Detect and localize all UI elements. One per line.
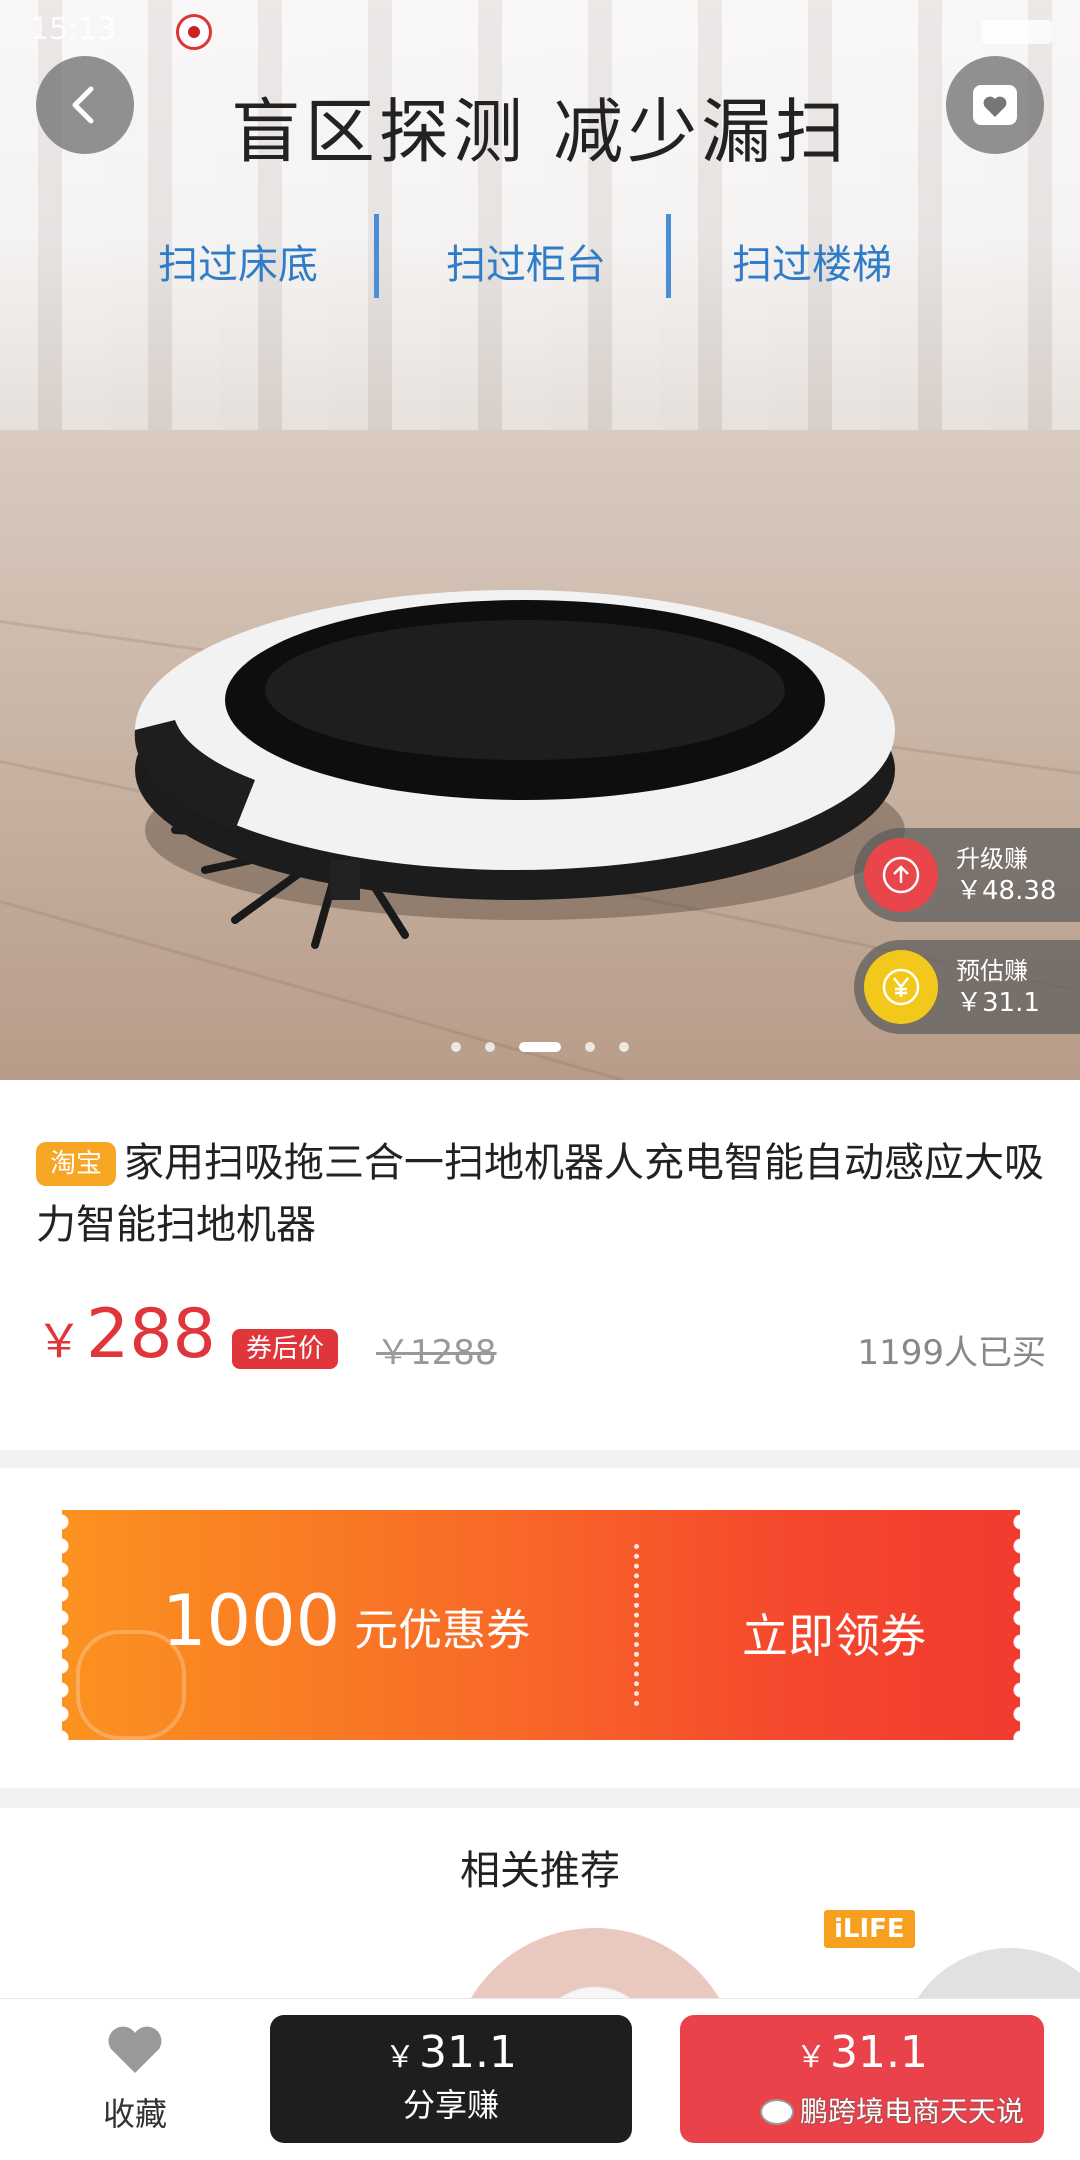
- coupon-amount: 1000 元优惠券: [162, 1580, 530, 1662]
- related-title: 相关推荐: [460, 1848, 620, 1894]
- battery-icon: [982, 20, 1052, 44]
- feature-item: 扫过楼梯: [732, 242, 892, 288]
- estimate-earn-label: 预估赚: [956, 957, 1028, 985]
- feature-item: 扫过床底: [158, 242, 318, 288]
- favorite-button[interactable]: 收藏: [50, 2023, 220, 2153]
- upgrade-earn-label: 升级赚: [956, 845, 1028, 873]
- share-label: 分享赚: [402, 2086, 499, 2124]
- carousel-dot[interactable]: [619, 1042, 629, 1052]
- app-notification-icon: [176, 14, 212, 50]
- platform-tag: 淘宝: [36, 1142, 117, 1186]
- share-price-value: 31.1: [419, 2027, 517, 2078]
- status-time: 15:13: [30, 12, 117, 47]
- feature-separator: [666, 214, 671, 298]
- carousel-dot[interactable]: [519, 1042, 561, 1052]
- estimate-earn-badge[interactable]: 预估赚 ￥31.1: [854, 940, 1080, 1034]
- carousel-dot[interactable]: [585, 1042, 595, 1052]
- carousel-dot[interactable]: [485, 1042, 495, 1052]
- currency-symbol: ￥: [36, 1314, 82, 1368]
- wechat-icon: [760, 2099, 794, 2125]
- feature-row: 扫过床底 扫过柜台 扫过楼梯: [0, 214, 1080, 304]
- yen-coin-icon: [864, 950, 938, 1024]
- coupon-amount-number: 1000: [162, 1580, 341, 1662]
- share-earn-button[interactable]: ￥31.1 分享赚: [270, 2015, 632, 2143]
- after-coupon-badge: 券后价: [232, 1329, 339, 1369]
- heart-icon: [108, 2026, 162, 2073]
- favorite-label: 收藏: [102, 2095, 167, 2133]
- brand-logo: iLIFE: [824, 1910, 915, 1948]
- price-row: ￥288 券后价 ￥1288 1199人已买: [36, 1295, 1046, 1385]
- feature-separator: [374, 214, 379, 298]
- carousel-dot[interactable]: [451, 1042, 461, 1052]
- coupon-card[interactable]: 1000 元优惠券 立即领券: [61, 1510, 1021, 1740]
- product-image-carousel[interactable]: 15:13 盲区探测 减少漏扫 扫过床底 扫过柜台 扫过楼梯 升级赚 ￥48.3…: [0, 0, 1080, 1080]
- buy-price-value: 31.1: [830, 2027, 928, 2078]
- arrow-up-circle-icon: [864, 838, 938, 912]
- robot-vacuum-image: [134, 590, 905, 949]
- price-value: 288: [86, 1295, 216, 1374]
- feature-item: 扫过柜台: [446, 242, 606, 288]
- coupon-price: ￥288: [36, 1295, 216, 1374]
- product-title: 家用扫吸拖三合一扫地机器人充电智能自动感应大吸力智能扫地机器: [36, 1140, 1045, 1248]
- original-price: ￥1288: [376, 1333, 497, 1373]
- product-info-section: 淘宝 家用扫吸拖三合一扫地机器人充电智能自动感应大吸力智能扫地机器 ￥288 券后…: [0, 1080, 1080, 1450]
- upgrade-earn-badge[interactable]: 升级赚 ￥48.38: [854, 828, 1080, 922]
- coupon-divider: [634, 1544, 639, 1706]
- wechat-watermark: 鹏跨境电商天天说: [760, 2090, 1024, 2130]
- hero-headline: 盲区探测 减少漏扫: [230, 91, 850, 173]
- product-detail-page: 15:13 盲区探测 减少漏扫 扫过床底 扫过柜台 扫过楼梯 升级赚 ￥48.3…: [0, 0, 1080, 2160]
- carousel-indicator: [0, 1040, 1080, 1054]
- sold-count: 1199人已买: [857, 1333, 1046, 1373]
- share-price: ￥31.1: [270, 2027, 632, 2078]
- buy-price: ￥31.1: [680, 2027, 1044, 2078]
- watermark-text: 鹏跨境电商天天说: [800, 2095, 1025, 2128]
- currency-symbol: ￥: [796, 2040, 827, 2075]
- product-title-block: 淘宝 家用扫吸拖三合一扫地机器人充电智能自动感应大吸力智能扫地机器: [36, 1132, 1046, 1256]
- bottom-action-bar: 收藏 ￥31.1 分享赚 ￥31.1: [0, 1998, 1080, 2160]
- coupon-section: 1000 元优惠券 立即领券: [0, 1468, 1080, 1788]
- currency-symbol: ￥: [385, 2040, 416, 2075]
- coupon-unit: 元优惠券: [354, 1605, 531, 1656]
- upgrade-earn-value: ￥48.38: [956, 876, 1057, 906]
- estimate-earn-value: ￥31.1: [956, 988, 1040, 1018]
- claim-coupon-button[interactable]: 立即领券: [742, 1600, 926, 1666]
- status-bar: 15:13: [0, 0, 1080, 64]
